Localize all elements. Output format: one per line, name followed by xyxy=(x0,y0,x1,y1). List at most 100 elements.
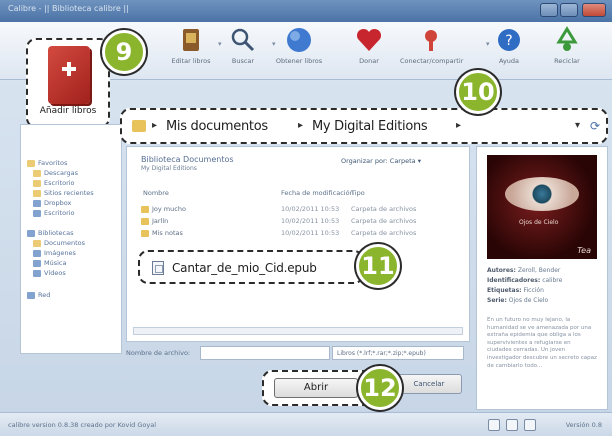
file-icon xyxy=(152,261,164,275)
toolbar-label: Buscar xyxy=(231,57,255,65)
book-cover[interactable]: Ojos de Cielo Tea xyxy=(487,155,597,259)
selected-file-name: Cantar_de_mio_Cid.epub xyxy=(172,261,317,275)
cancel-button[interactable]: Cancelar xyxy=(396,374,462,394)
selected-file[interactable]: Cantar_de_mio_Cid.epub xyxy=(138,250,364,284)
title-bar: Calibre - || Biblioteca calibre || xyxy=(0,0,612,22)
step-badge-11: 11 xyxy=(356,244,400,288)
status-control-icon[interactable] xyxy=(524,419,536,431)
toolbar-recycle[interactable]: Reciclar xyxy=(536,26,598,65)
chevron-down-icon[interactable]: ▾ xyxy=(575,120,580,131)
library-title: Biblioteca Documentos xyxy=(141,155,234,164)
open-button[interactable]: Abrir xyxy=(274,378,358,398)
folder-icon xyxy=(132,120,146,132)
folder-icon xyxy=(33,259,41,267)
step-badge-12: 12 xyxy=(358,366,402,410)
network-icon xyxy=(27,291,35,299)
library-subtitle: My Digital Editions xyxy=(141,165,197,172)
window-title: Calibre - || Biblioteca calibre || xyxy=(8,4,129,13)
globe-icon xyxy=(287,28,311,52)
info-identifiers: Identificadores: calibre xyxy=(487,277,563,284)
status-bar: calibre version 0.8.38 creado por Kovid … xyxy=(0,412,612,436)
nav-item-dropbox[interactable]: Dropbox xyxy=(33,199,71,207)
nav-item-desktop[interactable]: Escritorio xyxy=(33,179,75,187)
breadcrumb-separator: ▸ xyxy=(152,120,158,131)
nav-item-libraries[interactable]: Bibliotecas xyxy=(27,229,73,237)
file-row[interactable]: Joy mucho 10/02/2011 10:53 Carpeta de arch… xyxy=(141,205,416,213)
nav-item-downloads[interactable]: Descargas xyxy=(33,169,78,177)
nav-item-videos[interactable]: Vídeos xyxy=(33,269,66,277)
refresh-icon[interactable]: ⟳ xyxy=(590,119,600,133)
status-control-icon[interactable] xyxy=(506,419,518,431)
version-label: Versión 0.8 xyxy=(565,421,602,429)
filename-row: Nombre de archivo: Libros (*.lrf;*.rar;*… xyxy=(126,346,470,362)
nav-item-desktop-2[interactable]: Escritorio xyxy=(33,209,75,217)
help-icon: ? xyxy=(498,29,520,51)
file-row[interactable]: Mis notas 10/02/2011 10:53 Carpeta de arch… xyxy=(141,229,416,237)
add-books-label: Añadir libros xyxy=(39,106,97,116)
cover-title: Ojos de Cielo xyxy=(519,219,559,226)
info-tags: Etiquetas: Ficción xyxy=(487,287,544,294)
nav-item-network[interactable]: Red xyxy=(27,291,50,299)
folder-icon xyxy=(33,269,41,277)
cover-logo: Tea xyxy=(577,246,591,255)
breadcrumb-my-digital-editions[interactable]: My Digital Editions xyxy=(312,119,428,134)
breadcrumb-my-documents[interactable]: Mis documentos xyxy=(166,119,268,134)
toolbar-label: Ayuda xyxy=(498,57,520,65)
toolbar-label: Donar xyxy=(359,57,379,65)
organize-by[interactable]: Organizar por: Carpeta ▾ xyxy=(341,157,421,165)
add-book-icon xyxy=(48,46,90,104)
horizontal-scrollbar[interactable] xyxy=(133,327,463,335)
info-series: Serie: Ojos de Cielo xyxy=(487,297,549,304)
step-badge-9: 9 xyxy=(102,30,146,74)
filename-input[interactable] xyxy=(200,346,330,360)
navigation-pane: Favoritos Descargas Escritorio Sitios re… xyxy=(20,124,122,354)
breadcrumb-separator: ▸ xyxy=(298,120,304,131)
svg-text:?: ? xyxy=(505,33,512,49)
file-type-filter[interactable]: Libros (*.lrf;*.rar;*.zip;*.epub) xyxy=(332,346,464,360)
folder-icon xyxy=(33,249,41,257)
book-details-pane: Ojos de Cielo Tea Autores: Zeroll, Bende… xyxy=(476,146,608,410)
nav-item-favorites[interactable]: Favoritos xyxy=(27,159,67,167)
maximize-button[interactable] xyxy=(560,3,578,17)
book-description: En un futuro no muy lejano, la humanidad… xyxy=(487,317,597,369)
folder-icon xyxy=(33,169,41,177)
close-button[interactable] xyxy=(582,3,606,17)
nav-item-music[interactable]: Música xyxy=(33,259,66,267)
search-icon xyxy=(231,28,255,52)
connect-share-icon xyxy=(425,30,437,51)
column-header-date[interactable]: Fecha de modificación xyxy=(281,189,354,197)
folder-icon xyxy=(33,239,41,247)
toolbar-label: Reciclar xyxy=(554,57,580,65)
minimize-button[interactable] xyxy=(540,3,558,17)
step-badge-10: 10 xyxy=(456,70,500,114)
column-header-name[interactable]: Nombre xyxy=(143,189,169,197)
breadcrumb-separator: ▸ xyxy=(456,120,462,131)
add-books-button[interactable]: Añadir libros xyxy=(26,38,110,128)
toolbar-connect-share[interactable]: Conectar/compartir xyxy=(400,26,464,65)
column-header-type[interactable]: Tipo xyxy=(351,189,365,197)
library-icon xyxy=(27,229,35,237)
filename-label: Nombre de archivo: xyxy=(126,349,191,357)
folder-icon xyxy=(33,199,41,207)
nav-item-recent[interactable]: Sitios recientes xyxy=(33,189,94,197)
file-row[interactable]: Jarlín 10/02/2011 10:53 Carpeta de archivo… xyxy=(141,217,416,225)
info-authors: Autores: Zeroll, Bender xyxy=(487,267,561,274)
toolbar-donate[interactable]: Donar xyxy=(338,26,400,65)
folder-icon xyxy=(33,179,41,187)
status-control-icon[interactable] xyxy=(488,419,500,431)
folder-icon xyxy=(141,229,149,237)
nav-item-documents[interactable]: Documentos xyxy=(33,239,85,247)
toolbar-help[interactable]: ? Ayuda xyxy=(478,26,540,65)
toolbar-search[interactable]: Buscar xyxy=(212,26,274,65)
recycle-icon xyxy=(556,26,578,51)
file-list: Biblioteca Documentos My Digital Edition… xyxy=(126,146,470,342)
star-icon xyxy=(27,159,35,167)
address-bar[interactable]: ▸ Mis documentos ▸ My Digital Editions ▸… xyxy=(120,108,608,144)
folder-icon xyxy=(141,217,149,225)
calibre-window: Calibre - || Biblioteca calibre || Edita… xyxy=(0,0,612,436)
folder-icon xyxy=(141,205,149,213)
folder-icon xyxy=(33,189,41,197)
toolbar-label: Conectar/compartir xyxy=(400,57,464,65)
toolbar-get-books[interactable]: Obtener libros xyxy=(268,26,330,65)
nav-item-images[interactable]: Imágenes xyxy=(33,249,76,257)
